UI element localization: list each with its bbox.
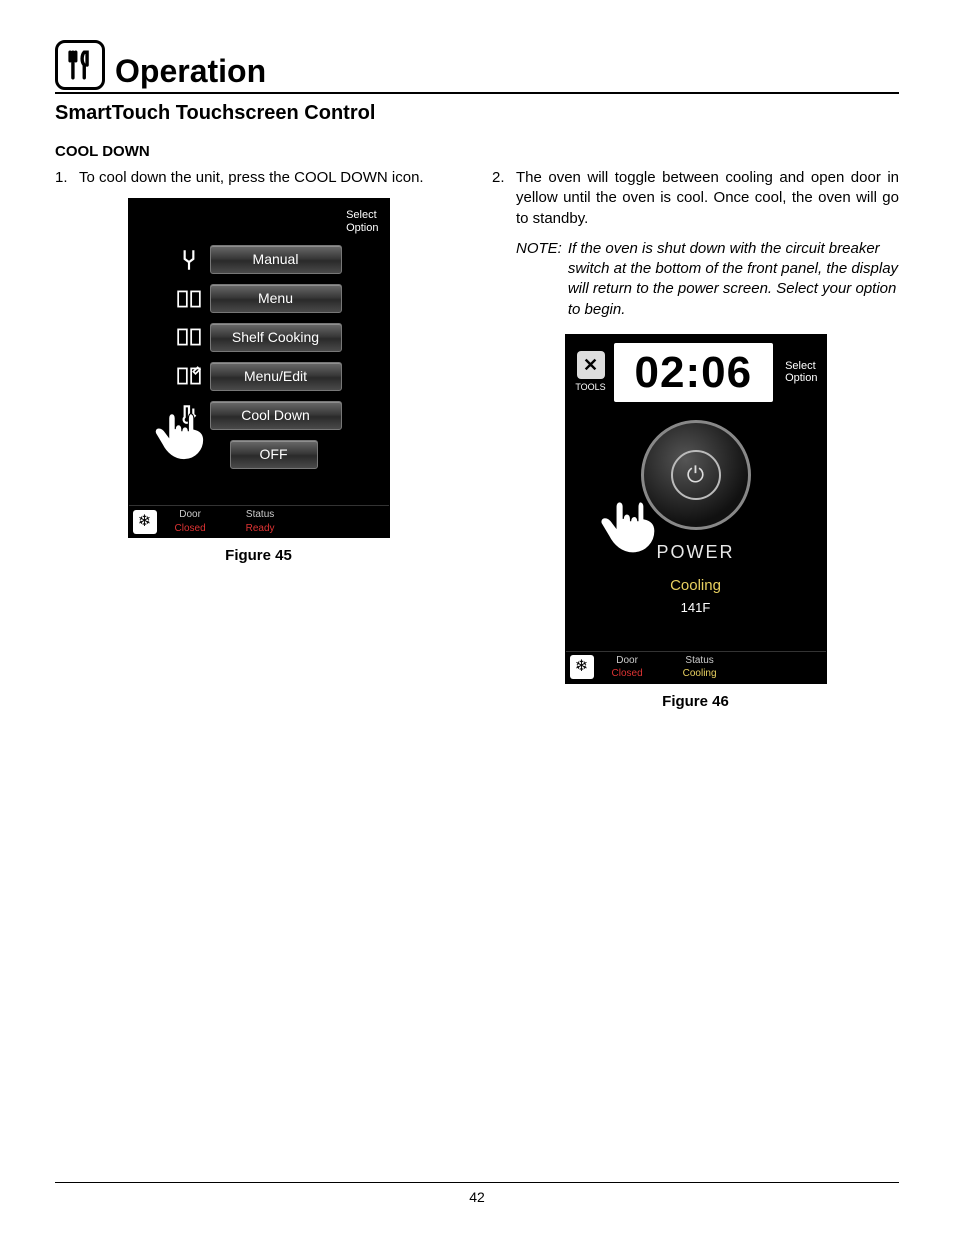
- status-bar: ❄ Door Closed Status Ready: [129, 505, 389, 537]
- door-status: Door Closed: [612, 654, 643, 681]
- snowflake-icon: ❄: [133, 510, 157, 534]
- touchscreen-fig45: Select Option Manual Menu: [128, 198, 390, 538]
- step-text: The oven will toggle between cooling and…: [516, 168, 899, 229]
- oven-status: Status Cooling: [683, 654, 717, 681]
- menu-row-manual: Manual: [129, 245, 389, 274]
- fork-knife-icon: [55, 40, 105, 90]
- off-button[interactable]: OFF: [230, 440, 318, 469]
- menu-icon: [176, 288, 202, 310]
- menu-row-shelf: Shelf Cooking: [129, 323, 389, 352]
- menu-row-off: OFF: [129, 440, 389, 469]
- screen-top-bar: ✕ TOOLS 02:06 Select Option: [566, 335, 826, 406]
- figure-46: ✕ TOOLS 02:06 Select Option ⏻ POWER Cool…: [492, 334, 899, 712]
- note-label: NOTE:: [516, 239, 562, 320]
- menu-edit-icon: [176, 365, 202, 387]
- select-option-label: Select Option: [785, 360, 817, 385]
- cool-down-button[interactable]: Cool Down: [210, 401, 342, 430]
- shelf-icon: [176, 326, 202, 348]
- figure-caption: Figure 45: [55, 546, 462, 566]
- select-option-label: Select Option: [346, 209, 378, 234]
- tools-icon: ✕: [577, 351, 605, 379]
- figure-caption: Figure 46: [492, 692, 899, 712]
- page-footer: 42: [55, 1182, 899, 1205]
- step-number: 1.: [55, 168, 79, 188]
- pointing-hand-icon: [594, 492, 672, 570]
- two-column-layout: 1. To cool down the unit, press the COOL…: [55, 168, 899, 712]
- left-column: 1. To cool down the unit, press the COOL…: [55, 168, 462, 712]
- subsection-title: COOL DOWN: [55, 143, 899, 160]
- door-status: Door Closed: [175, 508, 206, 535]
- oven-status: Status Ready: [246, 508, 275, 535]
- menu-row-menu: Menu: [129, 284, 389, 313]
- menu-edit-button[interactable]: Menu/Edit: [210, 362, 342, 391]
- manual-icon: [176, 249, 202, 271]
- step-text: To cool down the unit, press the COOL DO…: [79, 168, 424, 188]
- menu-row-menuedit: Menu/Edit: [129, 362, 389, 391]
- thermometer-down-icon: [176, 404, 202, 426]
- step-2: 2. The oven will toggle between cooling …: [492, 168, 899, 229]
- cooling-label: Cooling: [566, 576, 826, 596]
- note-text: If the oven is shut down with the circui…: [568, 239, 899, 320]
- menu-row-cooldown: Cool Down: [129, 401, 389, 430]
- status-bar: ❄ Door Closed Status Cooling: [566, 651, 826, 683]
- tools-button[interactable]: ✕ TOOLS: [574, 351, 608, 393]
- chapter-title: Operation: [115, 53, 266, 90]
- step-number: 2.: [492, 168, 516, 229]
- chapter-header: Operation: [55, 40, 899, 94]
- temperature-value: 141F: [566, 599, 826, 617]
- power-icon: ⏻: [671, 450, 721, 500]
- shelf-cooking-button[interactable]: Shelf Cooking: [210, 323, 342, 352]
- touchscreen-fig46: ✕ TOOLS 02:06 Select Option ⏻ POWER Cool…: [565, 334, 827, 684]
- menu-button[interactable]: Menu: [210, 284, 342, 313]
- section-title: SmartTouch Touchscreen Control: [55, 102, 899, 125]
- note: NOTE: If the oven is shut down with the …: [516, 239, 899, 320]
- page-number: 42: [469, 1189, 485, 1205]
- right-column: 2. The oven will toggle between cooling …: [492, 168, 899, 712]
- clock-display: 02:06: [614, 343, 774, 402]
- manual-button[interactable]: Manual: [210, 245, 342, 274]
- power-area: ⏻ POWER Cooling 141F: [566, 406, 826, 622]
- snowflake-icon: ❄: [570, 655, 594, 679]
- figure-45: Select Option Manual Menu: [55, 198, 462, 566]
- step-1: 1. To cool down the unit, press the COOL…: [55, 168, 462, 188]
